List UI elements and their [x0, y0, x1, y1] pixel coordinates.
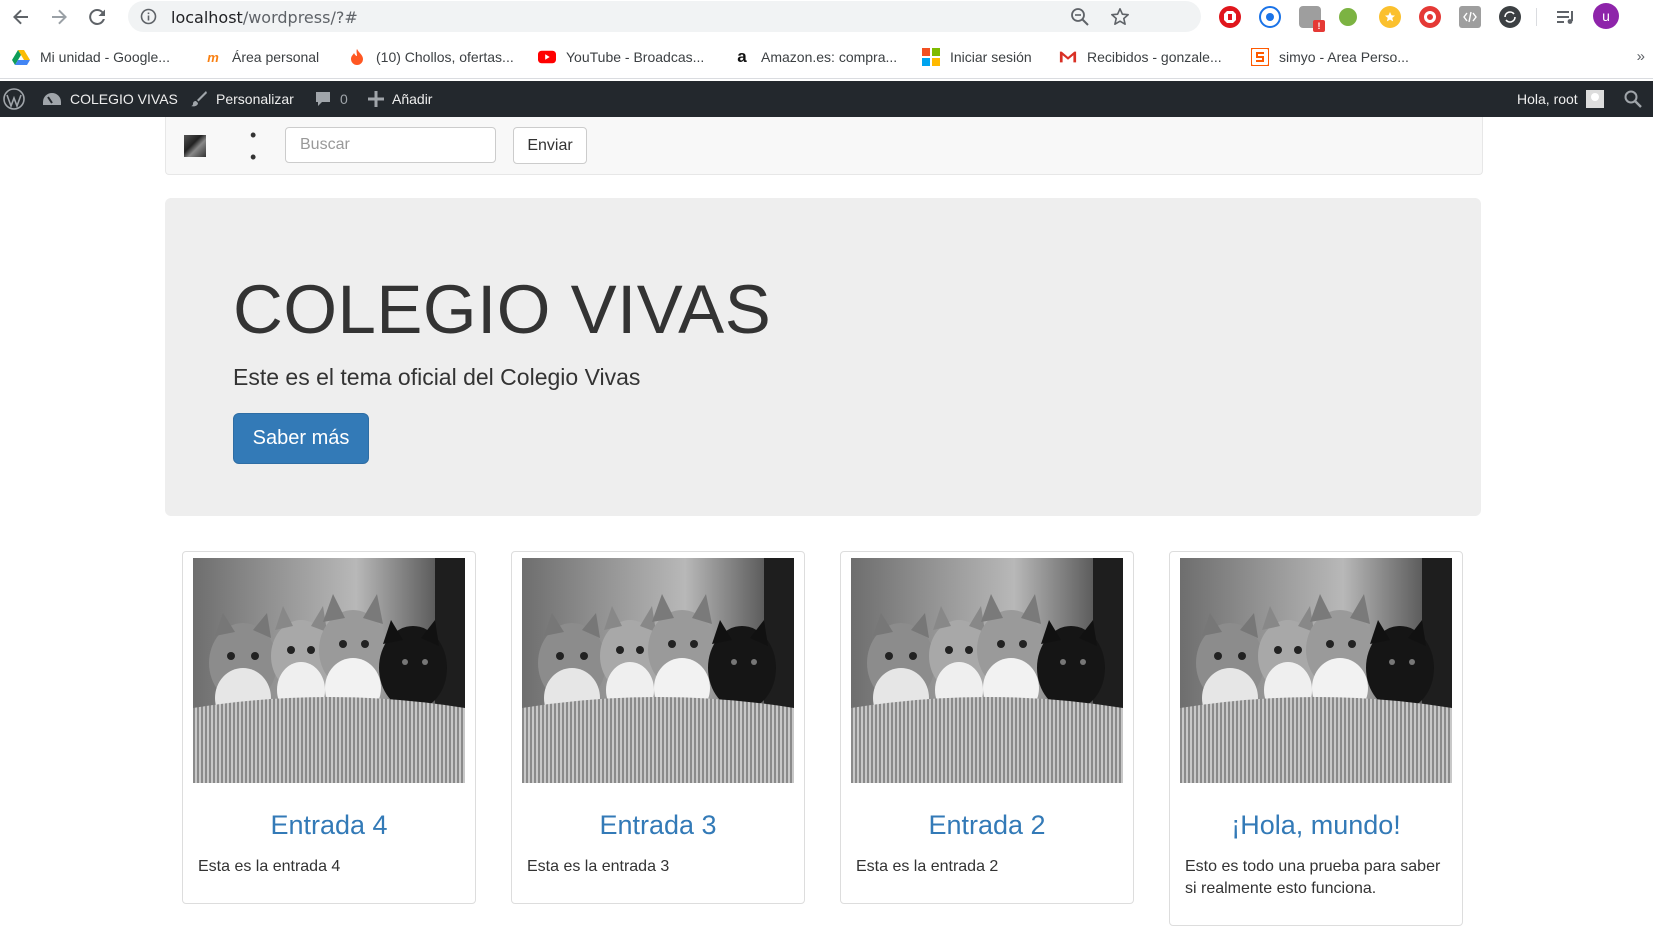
adminbar-add-label: Añadir [392, 91, 433, 107]
google-drive-icon [12, 48, 30, 66]
post-card: Entrada 3 Esta es la entrada 3 [511, 551, 805, 904]
post-card: Entrada 2 Esta es la entrada 2 [840, 551, 1134, 904]
forward-arrow-icon[interactable] [46, 4, 72, 30]
simyo-icon [1251, 48, 1269, 66]
js-extension-icon[interactable] [1339, 8, 1357, 26]
post-excerpt: Esta es la entrada 4 [198, 858, 341, 875]
moodle-icon: m [207, 49, 219, 65]
bookmarks-bar: Mi unidad - Google... m Área personal (10… [0, 36, 1653, 79]
profile-avatar[interactable]: u [1593, 3, 1619, 29]
adminbar-customize[interactable]: Personalizar [190, 81, 294, 117]
adminbar-site-name[interactable]: COLEGIO VIVAS [42, 81, 178, 117]
post-title-link[interactable]: ¡Hola, mundo! [1170, 810, 1462, 841]
dashboard-icon [42, 91, 62, 107]
info-icon[interactable] [140, 8, 157, 25]
bookmark-youtube[interactable]: YouTube - Broadcas... [538, 47, 704, 67]
search-submit-button[interactable]: Enviar [513, 127, 587, 164]
bookmarks-overflow-button[interactable]: » [1637, 48, 1645, 65]
amazon-icon: a [737, 47, 747, 66]
toolbar-divider [1536, 8, 1537, 26]
url-path: /wordpress/?# [242, 8, 358, 27]
adblock-icon[interactable] [1219, 6, 1241, 28]
gmail-icon [1059, 48, 1077, 66]
post-thumbnail[interactable] [1180, 558, 1452, 783]
url-text: localhost/wordpress/?# [171, 8, 358, 27]
bookmark-label: Área personal [232, 49, 320, 65]
star-extension-icon[interactable] [1379, 6, 1401, 28]
browser-toolbar: localhost/wordpress/?# ! u [0, 0, 1653, 34]
circle-extension-icon[interactable] [1259, 6, 1281, 28]
bookmark-label: Mi unidad - Google... [40, 49, 170, 65]
kittens-photo [1180, 558, 1452, 783]
bookmark-star-icon[interactable] [1110, 7, 1130, 27]
adminbar-search-icon[interactable] [1624, 81, 1642, 117]
bookmark-label: YouTube - Broadcas... [566, 49, 705, 65]
wp-admin-bar: COLEGIO VIVAS Personalizar 0 Añadir Hola… [0, 81, 1653, 117]
post-excerpt: Esta es la entrada 2 [856, 858, 999, 875]
brush-icon [190, 90, 208, 108]
plus-icon [368, 91, 384, 107]
microsoft-icon [922, 48, 940, 66]
extension-badge: ! [1313, 20, 1325, 32]
profile-initial: u [1602, 8, 1610, 24]
learn-more-button[interactable]: Saber más [233, 413, 369, 464]
back-arrow-icon[interactable] [8, 4, 34, 30]
bookmark-label: Amazon.es: compra... [761, 49, 898, 65]
search-input[interactable] [285, 127, 496, 163]
target-extension-icon[interactable] [1419, 6, 1441, 28]
youtube-icon [538, 48, 556, 66]
wordpress-logo-icon[interactable] [0, 81, 28, 117]
bookmark-amazon[interactable]: a Amazon.es: compra... [733, 47, 897, 67]
post-title-link[interactable]: Entrada 4 [183, 810, 475, 841]
post-thumbnail[interactable] [193, 558, 465, 783]
user-avatar [1585, 90, 1604, 108]
post-title-link[interactable]: Entrada 2 [841, 810, 1133, 841]
adminbar-my-account[interactable]: Hola, root [1517, 81, 1604, 117]
adminbar-add-new[interactable]: Añadir [368, 81, 432, 117]
post-excerpt: Esto es todo una prueba para saber si re… [1185, 858, 1441, 897]
post-card: ¡Hola, mundo! Esto es todo una prueba pa… [1169, 551, 1463, 926]
adminbar-greeting: Hola, root [1517, 91, 1578, 107]
bookmark-gmail[interactable]: Recibidos - gonzale... [1059, 47, 1222, 67]
bookmark-label: Iniciar sesión [950, 49, 1032, 65]
comment-count: 0 [340, 91, 348, 107]
hero-title: COLEGIO VIVAS [233, 271, 772, 348]
code-extension-icon[interactable] [1459, 6, 1481, 28]
bookmark-label: Recibidos - gonzale... [1087, 49, 1222, 65]
url-host: localhost [171, 8, 243, 27]
hero-subtitle: Este es el tema oficial del Colegio Viva… [233, 364, 641, 390]
bookmark-chollos[interactable]: (10) Chollos, ofertas... [348, 47, 514, 67]
adminbar-site-label: COLEGIO VIVAS [70, 91, 178, 107]
site-logo[interactable] [184, 135, 206, 157]
notes-extension-icon[interactable]: ! [1299, 6, 1325, 32]
address-bar[interactable]: localhost/wordpress/?# [128, 1, 1201, 32]
site-navbar: • • Enviar [165, 117, 1483, 175]
post-card: Entrada 4 Esta es la entrada 4 [182, 551, 476, 904]
zoom-icon[interactable] [1070, 7, 1090, 27]
post-thumbnail[interactable] [522, 558, 794, 783]
post-thumbnail[interactable] [851, 558, 1123, 783]
reload-icon[interactable] [84, 4, 110, 30]
adminbar-comments[interactable]: 0 [314, 81, 348, 117]
kittens-photo [851, 558, 1123, 783]
nav-menu-toggle[interactable]: • • [250, 124, 256, 168]
bookmark-label: simyo - Area Perso... [1279, 49, 1409, 65]
bookmark-simyo[interactable]: simyo - Area Perso... [1251, 47, 1409, 67]
bookmark-iniciar-sesion[interactable]: Iniciar sesión [922, 47, 1032, 67]
kittens-photo [522, 558, 794, 783]
flame-icon [348, 48, 366, 66]
bookmark-label: (10) Chollos, ofertas... [376, 49, 514, 65]
media-control-icon[interactable] [1555, 6, 1577, 28]
adminbar-customize-label: Personalizar [216, 91, 294, 107]
kittens-photo [193, 558, 465, 783]
hero-jumbotron: COLEGIO VIVAS Este es el tema oficial de… [165, 198, 1481, 516]
sync-extension-icon[interactable] [1499, 6, 1521, 28]
comment-icon [314, 90, 332, 108]
post-excerpt: Esta es la entrada 3 [527, 858, 670, 875]
bookmark-area-personal[interactable]: m Área personal [204, 47, 319, 67]
bookmark-google-drive[interactable]: Mi unidad - Google... [12, 47, 170, 67]
post-title-link[interactable]: Entrada 3 [512, 810, 804, 841]
